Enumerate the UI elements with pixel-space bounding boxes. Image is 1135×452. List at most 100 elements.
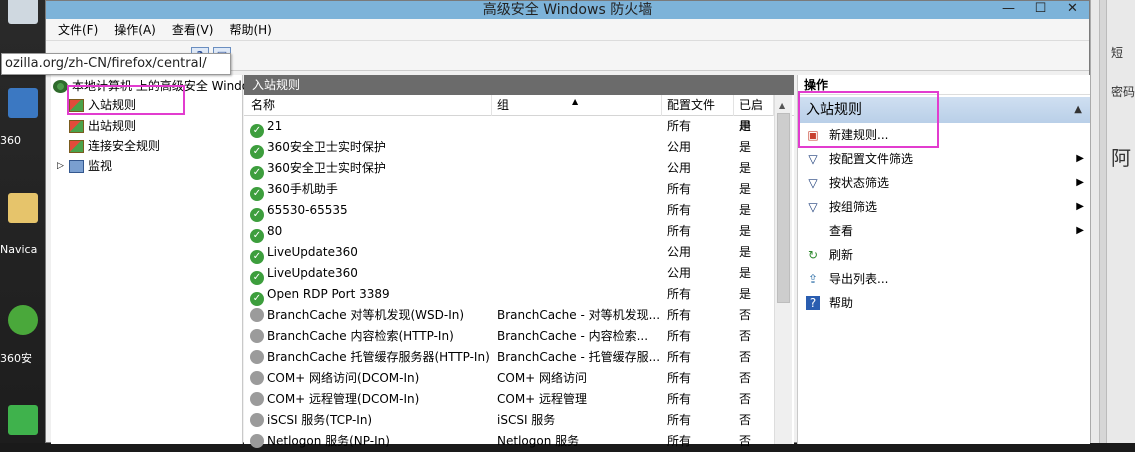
disabled-status-icon (250, 329, 264, 343)
table-row[interactable]: COM+ 网络访问(DCOM-In) COM+ 网络访问 所有 否 (244, 368, 794, 389)
cell-profile: 所有 (667, 329, 692, 343)
rule-name: 360安全卫士实时保护 (267, 140, 386, 154)
rule-name: 80 (267, 224, 283, 238)
cell-name: Netlogon 服务(NP-In) (250, 431, 490, 452)
disabled-status-icon (250, 350, 264, 364)
tree-item-monitoring[interactable]: ▷ 监视 (57, 156, 112, 176)
table-row[interactable]: ✓ 360安全卫士实时保护 公用 是 (244, 158, 794, 180)
table-row[interactable]: iSCSI 服务(TCP-In) iSCSI 服务 所有 否 (244, 410, 794, 431)
table-row[interactable]: BranchCache 内容检索(HTTP-In) BranchCache - 内… (244, 326, 794, 347)
action-item[interactable]: ▽ 按配置文件筛选 ▶ (798, 147, 1090, 171)
scroll-thumb[interactable] (777, 113, 790, 303)
cell-group: iSCSI 服务 (497, 413, 556, 427)
rule-name: 360安全卫士实时保护 (267, 161, 386, 175)
column-enabled[interactable]: 已启用 (734, 95, 774, 133)
cell-group: BranchCache - 托管缓存服... (497, 350, 661, 364)
table-row[interactable]: BranchCache 对等机发现(WSD-In) BranchCache - 对… (244, 305, 794, 326)
menu-file[interactable]: 文件(F) (58, 21, 98, 38)
cell-profile: 公用 (667, 266, 692, 280)
table-row[interactable]: ✓ 21 所有 是 (244, 116, 794, 138)
scrollbar[interactable] (1099, 0, 1107, 443)
menu-view[interactable]: 查看(V) (172, 21, 214, 38)
column-profile[interactable]: 配置文件 (662, 95, 734, 116)
table-row[interactable]: ✓ LiveUpdate360 公用 是 (244, 263, 794, 285)
window-title: 高级安全 Windows 防火墙 (482, 2, 653, 18)
cell-enabled: 是 (739, 224, 752, 238)
cell-profile: 所有 (667, 287, 692, 301)
360-safe-icon[interactable] (8, 305, 38, 335)
rule-name: BranchCache 内容检索(HTTP-In) (267, 329, 454, 343)
actions-pane: 操作 入站规则 ▲ ▣ 新建规则... ▽ 按配置文件筛选 ▶ ▽ 按状态筛选 ▶ ▽ 按组筛选 ▶… (797, 75, 1090, 444)
table-row[interactable]: ✓ LiveUpdate360 公用 是 (244, 242, 794, 264)
enabled-status-icon: ✓ (250, 250, 264, 264)
table-row[interactable]: COM+ 远程管理(DCOM-In) COM+ 远程管理 所有 否 (244, 389, 794, 410)
highlight-box (67, 85, 185, 115)
cell-group: BranchCache - 内容检索... (497, 329, 649, 343)
cell-enabled: 否 (739, 308, 752, 322)
rules-rows: ✓ 21 所有是 ✓ 360安全卫士实时保护 公用是 ✓ 360安全卫士实时保护 公用是 ✓ 360… (244, 116, 794, 452)
action-item[interactable]: ▽ 按组筛选 ▶ (798, 195, 1090, 219)
cell-profile: 所有 (667, 224, 692, 238)
cell-enabled: 是 (739, 182, 752, 196)
cell-name: ✓ 360安全卫士实时保护 (250, 158, 490, 180)
title-bar[interactable]: 高级安全 Windows 防火墙 — ☐ ✕ (46, 1, 1089, 19)
enabled-status-icon: ✓ (250, 145, 264, 159)
rules-list-panel: 入站规则 名称 组 ▲ 配置文件 已启用 ✓ 21 所有是 ✓ 360安全卫士实时保护公… (244, 75, 794, 448)
tree-item-label: 监视 (88, 159, 113, 173)
minimize-button[interactable]: — (992, 1, 1025, 18)
column-name[interactable]: 名称 (246, 95, 492, 116)
action-item[interactable]: ? 帮助 (798, 291, 1090, 315)
enabled-status-icon: ✓ (250, 124, 264, 138)
maximize-button[interactable]: ☐ (1024, 1, 1057, 18)
expand-arrow-icon[interactable]: ▷ (57, 156, 69, 176)
table-row[interactable]: ✓ 360安全卫士实时保护 公用 是 (244, 137, 794, 159)
table-row[interactable]: ✓ 65530-65535 所有 是 (244, 200, 794, 222)
cell-profile: 所有 (667, 350, 692, 364)
cell-enabled: 否 (739, 329, 752, 343)
cell-enabled: 否 (739, 371, 752, 385)
action-item[interactable]: ↻ 刷新 (798, 243, 1090, 267)
tree-item-outbound-rules[interactable]: 出站规则 (69, 116, 136, 136)
cell-group: COM+ 网络访问 (497, 371, 588, 385)
action-item[interactable]: ▽ 按状态筛选 ▶ (798, 171, 1090, 195)
vertical-scrollbar[interactable]: ▲ (774, 95, 792, 444)
disabled-status-icon (250, 371, 264, 385)
cell-profile: 公用 (667, 245, 692, 259)
360-browser-icon[interactable] (8, 88, 38, 118)
close-button[interactable]: ✕ (1056, 1, 1089, 18)
table-row[interactable]: ✓ 360手机助手 所有 是 (244, 179, 794, 201)
rule-name: COM+ 网络访问(DCOM-In) (267, 371, 420, 385)
desktop-label-360safe: 360安 (0, 352, 32, 365)
table-row[interactable]: BranchCache 托管缓存服务器(HTTP-In) BranchCache … (244, 347, 794, 368)
cell-profile: 所有 (667, 392, 692, 406)
cell-name: BranchCache 内容检索(HTTP-In) (250, 326, 490, 347)
outbound-rules-icon (69, 119, 84, 133)
scroll-up-icon[interactable]: ▲ (779, 101, 785, 110)
column-header: 名称 组 ▲ 配置文件 已启用 (244, 95, 794, 133)
enabled-status-icon: ✓ (250, 208, 264, 222)
cell-enabled: 是 (739, 245, 752, 259)
cell-group: COM+ 远程管理 (497, 392, 588, 406)
menu-help[interactable]: 帮助(H) (229, 21, 271, 38)
highlight-box (798, 91, 939, 148)
refresh-icon: ↻ (807, 248, 819, 262)
filter-icon: ▽ (808, 152, 818, 166)
menu-action[interactable]: 操作(A) (114, 21, 156, 38)
tree-item-connection-security[interactable]: 连接安全规则 (69, 136, 160, 156)
collapse-icon[interactable]: ▲ (1074, 97, 1082, 123)
app-icon[interactable] (8, 405, 38, 435)
action-item[interactable]: 查看 ▶ (798, 219, 1090, 243)
table-row[interactable]: ✓ Open RDP Port 3389 所有 是 (244, 284, 794, 306)
background-text: 密码 (1111, 85, 1135, 99)
submenu-arrow-icon: ▶ (1076, 177, 1084, 188)
background-text: 阿 (1111, 146, 1131, 170)
cell-enabled: 是 (739, 140, 752, 154)
column-group-label: 组 (497, 98, 510, 112)
folder-icon[interactable] (8, 193, 38, 223)
panel-title: 入站规则 (244, 75, 794, 95)
recycle-bin-icon[interactable] (8, 0, 38, 24)
table-row[interactable]: ✓ 80 所有 是 (244, 221, 794, 243)
table-row[interactable]: Netlogon 服务(NP-In) Netlogon 服务 所有 否 (244, 431, 794, 452)
action-item[interactable]: ⇪ 导出列表... (798, 267, 1090, 291)
column-group[interactable]: 组 ▲ (492, 95, 662, 116)
